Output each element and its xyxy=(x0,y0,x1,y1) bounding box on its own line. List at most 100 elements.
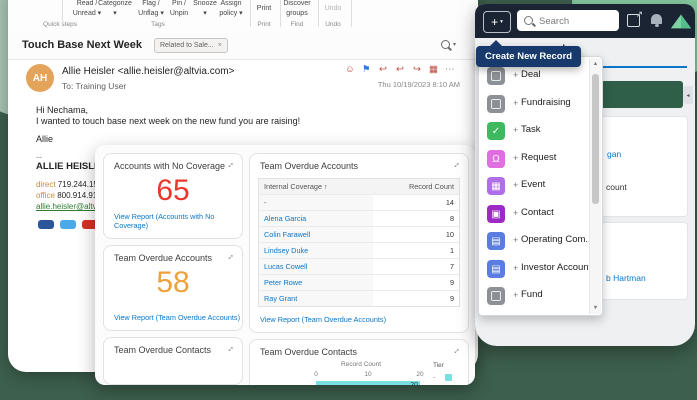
discover-label-1: Discover xyxy=(281,0,313,9)
menu-item-fund[interactable]: + Fund xyxy=(479,283,585,309)
menu-item-label: Request xyxy=(521,152,556,163)
dropdown-scrollbar[interactable]: ▲ ▼ xyxy=(589,58,601,314)
record-link-fragment[interactable]: b Hartman xyxy=(606,273,646,283)
print-button[interactable]: Print xyxy=(250,4,278,14)
menu-item-contact[interactable]: ▣ + Contact xyxy=(479,201,585,227)
fund-icon xyxy=(487,287,505,305)
x-tick-0: 0 xyxy=(311,371,321,378)
body-message: I wanted to touch base next week on the … xyxy=(36,116,300,126)
coverage-link[interactable]: Peter Rowe xyxy=(259,275,373,290)
more-icon[interactable]: ⋯ xyxy=(445,64,455,75)
card-team-overdue-accounts-table: Team Overdue Accounts ↔ Internal Coverag… xyxy=(249,153,469,333)
altvia-logo xyxy=(669,9,693,33)
email-timestamp: Thu 10/19/2023 8:10 AM xyxy=(334,80,460,89)
menu-item-request[interactable]: Ω + Request xyxy=(479,146,585,172)
legend-label-0: - xyxy=(433,374,435,381)
coverage-link[interactable]: Ray Grant xyxy=(259,291,373,306)
coverage-link[interactable]: Alena Garcia xyxy=(259,211,373,226)
forward-icon[interactable]: ↪ xyxy=(413,64,421,75)
collapse-panel-icon[interactable]: ◂ xyxy=(683,86,693,104)
view-report-link[interactable]: View Report (Accounts with No Coverage) xyxy=(114,212,242,230)
zoom-control[interactable]: ▾ xyxy=(441,40,456,49)
menu-item-label: Fundraising xyxy=(521,97,571,108)
count-cell: 10 xyxy=(373,227,459,242)
reply-all-icon[interactable]: ↩ xyxy=(396,64,404,75)
table-header-row: Internal Coverage ↑ Record Count xyxy=(259,179,459,195)
menu-item-label: Event xyxy=(521,179,545,190)
chevron-down-icon: ▾ xyxy=(453,41,456,48)
expand-icon[interactable]: ↔ xyxy=(223,249,236,262)
menu-item-investor-account[interactable]: ▤ + Investor Account xyxy=(479,256,585,282)
new-record-button[interactable]: + ▾ xyxy=(483,11,511,33)
email-subject: Touch Base Next Week xyxy=(22,39,142,51)
expand-icon[interactable]: ↔ xyxy=(223,341,236,354)
sender-line: Allie Heisler <allie.heisler@altvia.com> xyxy=(62,66,234,77)
subject-bar: Touch Base Next Week Related to Sale...×… xyxy=(8,32,478,60)
discover-groups-button[interactable]: Discover groups xyxy=(281,0,313,19)
table-row: Lindsey Duke 1 xyxy=(259,243,459,259)
legend-title: Tier xyxy=(433,362,444,369)
view-report-link[interactable]: View Report (Team Overdue Accounts) xyxy=(260,315,386,324)
card-title: Team Overdue Accounts xyxy=(260,161,358,171)
related-tag-chip[interactable]: Related to Sale...× xyxy=(154,38,228,53)
record-link-fragment[interactable]: gan xyxy=(607,149,621,159)
expand-icon[interactable]: ↔ xyxy=(449,157,462,170)
count-cell: 8 xyxy=(373,211,459,226)
categorize-button[interactable]: Categorize ▾ xyxy=(97,0,133,19)
menu-item-label: Deal xyxy=(521,69,541,80)
chart-bar[interactable]: 20 xyxy=(316,381,420,385)
column-header-internal-coverage[interactable]: Internal Coverage ↑ xyxy=(259,179,373,194)
notifications-bell-icon[interactable] xyxy=(651,14,662,24)
x-tick-10: 10 xyxy=(361,371,375,378)
outlook-ribbon: Quick steps Read / Unread ▾ Categorize ▾… xyxy=(8,0,478,33)
scrollbar-thumb[interactable] xyxy=(592,74,599,204)
undo-button[interactable]: Undo xyxy=(319,4,347,14)
flag-icon[interactable]: ⚑ xyxy=(362,64,371,75)
linkedin-icon[interactable] xyxy=(38,220,54,229)
table-row: - 14 xyxy=(259,195,459,211)
count-cell: 14 xyxy=(373,195,459,210)
table-row: Peter Rowe 9 xyxy=(259,275,459,291)
smiley-icon[interactable]: ☺ xyxy=(345,64,355,75)
assign-policy-button[interactable]: Assign policy ▾ xyxy=(213,0,249,19)
bar-category-label: - xyxy=(300,382,302,385)
calendar-icon[interactable]: ▦ xyxy=(429,64,438,75)
coverage-link[interactable]: Lindsey Duke xyxy=(259,243,373,258)
task-icon: ✓ xyxy=(487,122,505,140)
scroll-down-icon[interactable]: ▼ xyxy=(590,305,601,311)
record-text-fragment: count xyxy=(606,182,627,192)
menu-item-event[interactable]: ▦ + Event xyxy=(479,173,585,199)
menu-item-task[interactable]: ✓ + Task xyxy=(479,118,585,144)
menu-item-label: Operating Com... xyxy=(521,234,593,245)
card-accounts-no-coverage: Accounts with No Coverage ↔ 65 View Repo… xyxy=(103,153,243,239)
twitter-icon[interactable] xyxy=(60,220,76,229)
reply-icon[interactable]: ↩ xyxy=(379,64,387,75)
coverage-link[interactable]: Lucas Cowell xyxy=(259,259,373,274)
count-cell: 7 xyxy=(373,259,459,274)
operating-company-icon: ▤ xyxy=(487,232,505,250)
view-report-link[interactable]: View Report (Team Overdue Accounts) xyxy=(114,313,240,322)
open-in-new-window-icon[interactable] xyxy=(627,14,640,27)
plus-glyph: + xyxy=(513,290,518,300)
ribbon-divider xyxy=(351,0,352,27)
tags-caption: Tags xyxy=(118,21,198,28)
search-box[interactable] xyxy=(517,10,619,31)
menu-item-fundraising[interactable]: + Fundraising xyxy=(479,91,585,117)
coverage-link[interactable]: Colin Farawell xyxy=(259,227,373,242)
screenshot-canvas: Quick steps Read / Unread ▾ Categorize ▾… xyxy=(0,0,697,400)
menu-item-label: Fund xyxy=(521,289,543,300)
expand-icon[interactable]: ↔ xyxy=(449,343,462,356)
search-input[interactable] xyxy=(537,12,617,30)
plus-glyph: + xyxy=(513,153,518,163)
chart-plot-area: 20 xyxy=(316,381,420,385)
tag-close-icon[interactable]: × xyxy=(218,42,222,49)
column-header-record-count[interactable]: Record Count xyxy=(373,179,459,194)
menu-item-operating-company[interactable]: ▤ + Operating Com... xyxy=(479,228,585,254)
assign-label-2: policy ▾ xyxy=(213,9,249,19)
scroll-up-icon[interactable]: ▲ xyxy=(590,61,601,67)
metric-value: 58 xyxy=(104,266,242,300)
magnifier-icon xyxy=(441,40,450,49)
request-icon: Ω xyxy=(487,150,505,168)
discover-label-2: groups xyxy=(281,9,313,19)
recipient-line: To: Training User xyxy=(62,81,126,91)
